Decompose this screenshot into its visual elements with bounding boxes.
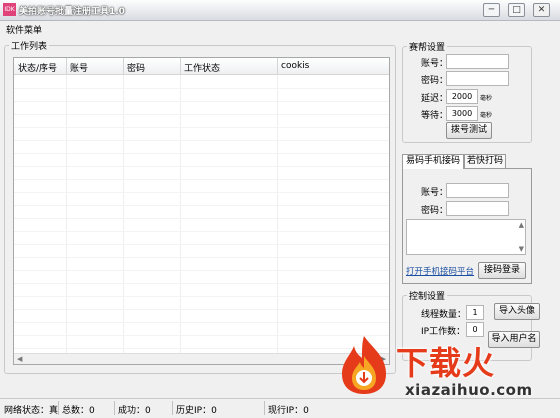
watermark-brand: 下载火	[396, 344, 496, 382]
table-row-gridline	[14, 231, 389, 232]
table-row-gridline	[14, 179, 389, 180]
dial-test-button[interactable]: 拨号测试	[446, 122, 492, 139]
dial-account-input[interactable]	[446, 54, 509, 69]
column-header-work-status[interactable]: 工作状态	[184, 61, 220, 74]
sms-password-label: 密码：	[421, 206, 449, 216]
wait-unit: 毫秒	[480, 112, 493, 119]
sms-account-input[interactable]	[446, 183, 509, 198]
table-header: 状态/序号 账号 密码 工作状态 cookis	[14, 58, 389, 75]
table-row-gridline	[14, 166, 389, 167]
table-row-gridline	[14, 192, 389, 193]
scroll-up-icon[interactable]: ▲	[519, 221, 524, 229]
app-icon: IDK	[3, 3, 16, 16]
sms-password-input[interactable]	[446, 201, 509, 216]
network-status: 网络状态：真	[4, 406, 59, 416]
table-row-gridline	[14, 205, 389, 206]
import-username-button[interactable]: 导入用户名	[488, 331, 540, 348]
thread-count-label: 线程数量：	[421, 310, 467, 320]
dial-password-input[interactable]	[446, 71, 509, 86]
column-header-status[interactable]: 状态/序号	[18, 61, 57, 74]
dial-settings-legend: 赛帮设置	[409, 43, 446, 53]
table-row-gridline	[14, 270, 389, 271]
table-row-gridline	[14, 153, 389, 154]
thread-count-input[interactable]: 1	[466, 305, 484, 320]
dial-account-label: 账号：	[421, 59, 449, 69]
table-row-gridline	[14, 218, 389, 219]
ip-work-count-label: IP工作数：	[421, 327, 466, 337]
delay-input[interactable]: 2000	[446, 89, 478, 104]
table-row-gridline	[14, 244, 389, 245]
wait-label: 等待：	[421, 111, 449, 121]
table-row-gridline	[14, 309, 389, 310]
tab-yima-sms[interactable]: 易码手机接码	[402, 154, 464, 169]
window-title: 美拍账号批量注册工具1.0	[19, 7, 125, 17]
column-header-cookis[interactable]: cookis	[281, 61, 309, 71]
dial-password-label: 密码：	[421, 76, 449, 86]
control-settings-legend: 控制设置	[409, 292, 446, 302]
work-list-table[interactable]: 状态/序号 账号 密码 工作状态 cookis ◀ ▶	[13, 57, 390, 365]
title-bar[interactable]: IDK 美拍账号批量注册工具1.0 ─ □ ✕	[0, 0, 560, 21]
delay-label: 延迟：	[421, 94, 449, 104]
table-row-gridline	[14, 88, 389, 89]
column-header-account[interactable]: 账号	[70, 61, 88, 74]
ip-work-count-input[interactable]: 0	[466, 322, 484, 337]
xiazaihuo-flame-logo	[342, 336, 386, 394]
menu-item-software[interactable]: 软件菜单	[6, 23, 42, 36]
close-button[interactable]: ✕	[533, 3, 550, 17]
table-row-gridline	[14, 127, 389, 128]
menu-bar: 软件菜单	[0, 22, 560, 36]
table-row-gridline	[14, 257, 389, 258]
work-list-legend: 工作列表	[11, 42, 48, 52]
open-sms-platform-link[interactable]: 打开手机接码平台	[406, 265, 474, 277]
wait-input[interactable]: 3000	[446, 106, 478, 121]
table-row-gridline	[14, 322, 389, 323]
table-row-gridline	[14, 114, 389, 115]
maximize-button[interactable]: □	[508, 3, 525, 17]
tab-ruokuai-captcha[interactable]: 若快打码	[464, 154, 506, 168]
delay-unit: 毫秒	[480, 95, 493, 102]
success-count: 成功：0	[118, 406, 151, 416]
table-row-gridline	[14, 348, 389, 349]
table-row-gridline	[14, 335, 389, 336]
scroll-left-icon[interactable]: ◀	[17, 355, 22, 363]
table-row-gridline	[14, 101, 389, 102]
table-row-gridline	[14, 283, 389, 284]
horizontal-scrollbar[interactable]: ◀ ▶	[14, 353, 389, 364]
import-avatar-button[interactable]: 导入头像	[494, 303, 540, 320]
sms-account-label: 账号：	[421, 188, 449, 198]
sms-output-textarea[interactable]: ▲ ▼	[406, 219, 526, 255]
table-row-gridline	[14, 296, 389, 297]
scroll-down-icon[interactable]: ▼	[519, 245, 524, 253]
minimize-button[interactable]: ─	[483, 3, 500, 17]
history-ip-count: 历史IP：0	[176, 406, 217, 416]
column-header-password[interactable]: 密码	[127, 61, 145, 74]
sms-login-button[interactable]: 接码登录	[478, 262, 526, 279]
total-count: 总数：0	[62, 406, 95, 416]
status-bar: 网络状态：真 总数：0 成功：0 历史IP：0 现行IP：0	[0, 398, 560, 418]
table-row-gridline	[14, 140, 389, 141]
watermark-url: xiazaihuo.com	[405, 381, 533, 399]
current-ip-count: 现行IP：0	[268, 406, 309, 416]
